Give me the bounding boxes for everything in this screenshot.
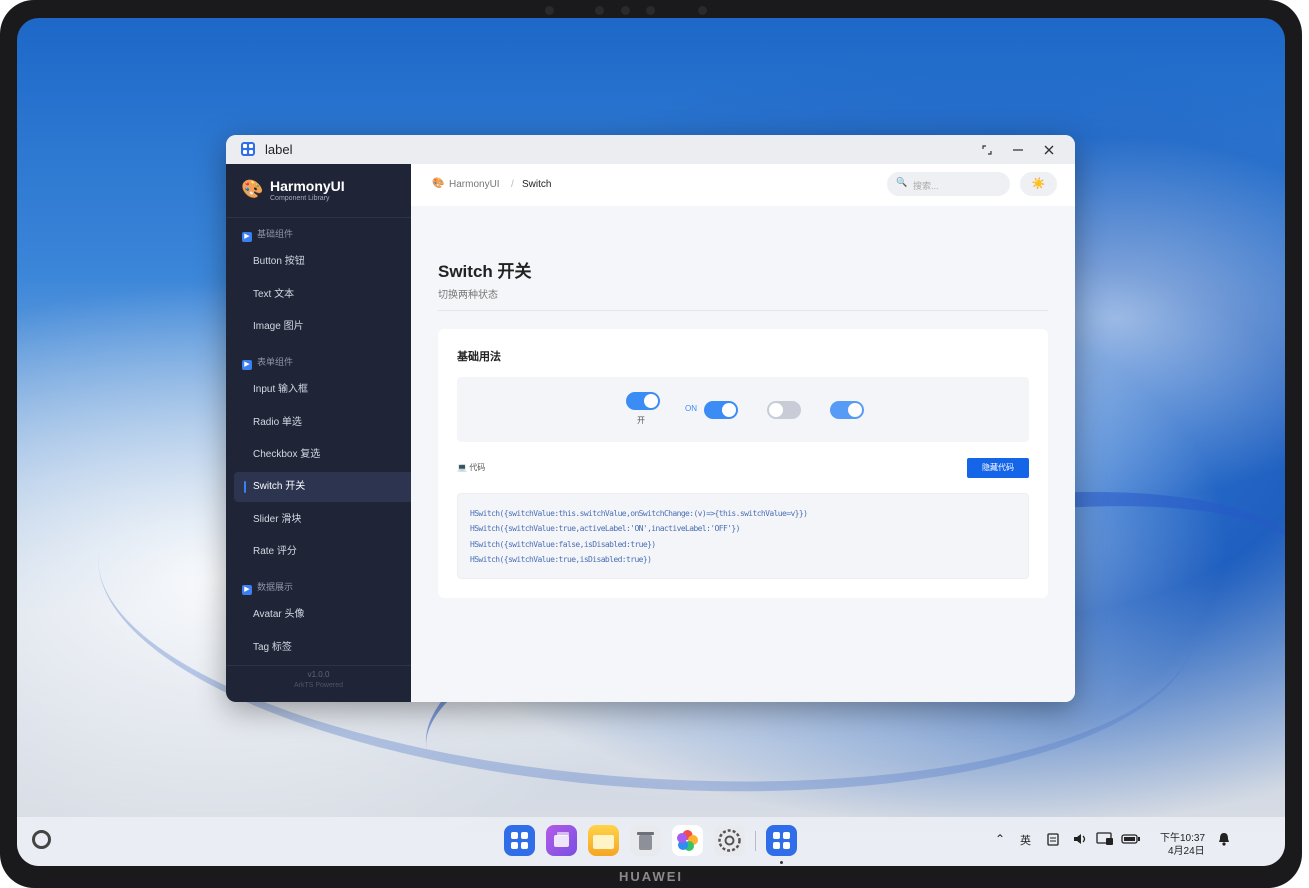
play-icon: ▶ bbox=[242, 232, 252, 242]
title-bar: label bbox=[226, 135, 1075, 164]
app-window: label 🎨 HarmonyUI Component Library ▶ 基础组… bbox=[226, 135, 1075, 702]
main-content: Switch 开关 切换两种状态 基础用法 开 ON 💻 代码 隐藏代码 HSw… bbox=[411, 206, 1075, 702]
palette-icon: 🎨 bbox=[432, 178, 445, 189]
camera-lens bbox=[646, 6, 655, 15]
sidebar-item-rate[interactable]: Rate 评分 bbox=[234, 537, 411, 567]
sidebar-item-radio[interactable]: Radio 单选 bbox=[234, 408, 411, 438]
switch-disabled-off bbox=[767, 401, 801, 419]
theme-toggle-button[interactable]: ☀️ bbox=[1020, 172, 1057, 196]
sidebar-item-image[interactable]: Image 图片 bbox=[234, 312, 411, 342]
start-button[interactable] bbox=[32, 830, 51, 849]
palette-icon: 🎨 bbox=[241, 179, 264, 199]
sidebar-item-slider[interactable]: Slider 滑块 bbox=[234, 505, 411, 535]
chevron-up-icon[interactable]: ⌃ bbox=[995, 832, 1005, 846]
restore-icon[interactable] bbox=[976, 139, 998, 161]
sensor-dot bbox=[698, 6, 707, 15]
gallery-icon[interactable] bbox=[672, 825, 703, 856]
code-block: HSwitch({switchValue:this.switchValue,on… bbox=[457, 493, 1029, 579]
switch-disabled-on bbox=[830, 401, 864, 419]
window-title: label bbox=[265, 142, 293, 157]
switch-knob bbox=[848, 403, 862, 417]
sidebar-section-data[interactable]: ▶ 数据展示 bbox=[242, 580, 293, 595]
clipboard-icon[interactable] bbox=[1046, 832, 1060, 849]
sidebar: 🎨 HarmonyUI Component Library ▶ 基础组件 Butt… bbox=[226, 164, 411, 702]
sidebar-app-subtitle: Component Library bbox=[270, 195, 330, 202]
code-line: HSwitch({switchValue:false,isDisabled:tr… bbox=[470, 540, 656, 549]
code-label-text: 代码 bbox=[469, 463, 486, 472]
section-label: 数据展示 bbox=[257, 582, 294, 592]
dock-separator bbox=[755, 831, 756, 851]
switch-knob bbox=[769, 403, 783, 417]
sensor-dot bbox=[621, 6, 630, 15]
page-title: Switch 开关 bbox=[438, 262, 532, 281]
sidebar-item-tag[interactable]: Tag 标签 bbox=[234, 633, 411, 663]
running-indicator bbox=[780, 861, 783, 864]
version-label: v1.0.0 bbox=[307, 670, 330, 679]
sidebar-section-basic[interactable]: ▶ 基础组件 bbox=[242, 227, 293, 242]
hide-code-button[interactable]: 隐藏代码 bbox=[967, 458, 1029, 478]
taskbar: ⌃ 英 下午10:37 4月24日 bbox=[17, 817, 1285, 866]
play-icon: ▶ bbox=[242, 585, 252, 595]
sidebar-item-avatar[interactable]: Avatar 头像 bbox=[234, 600, 411, 630]
section-label: 表单组件 bbox=[257, 357, 294, 367]
divider bbox=[226, 665, 411, 666]
app-icon bbox=[241, 142, 255, 156]
sidebar-item-switch[interactable]: Switch 开关 bbox=[234, 472, 411, 502]
ime-indicator[interactable]: 英 bbox=[1020, 832, 1031, 848]
minimize-icon[interactable] bbox=[1007, 139, 1029, 161]
sidebar-item-input[interactable]: Input 输入框 bbox=[234, 375, 411, 405]
clock-date[interactable]: 4月24日 bbox=[1168, 842, 1205, 857]
battery-icon[interactable] bbox=[1121, 832, 1141, 849]
switch-knob bbox=[722, 403, 736, 417]
sensor-dot bbox=[595, 6, 604, 15]
top-bar: 🎨 HarmonyUI / Switch 🔍 搜索... ☀️ bbox=[411, 164, 1075, 206]
search-input[interactable]: 🔍 搜索... bbox=[887, 172, 1010, 196]
trash-icon[interactable] bbox=[630, 825, 661, 856]
breadcrumb-current: Switch bbox=[522, 179, 552, 190]
sidebar-item-checkbox[interactable]: Checkbox 复选 bbox=[234, 440, 411, 470]
demo-card: 基础用法 开 ON 💻 代码 隐藏代码 HSwitch({switchValue… bbox=[438, 329, 1048, 598]
app-center-icon[interactable] bbox=[504, 825, 535, 856]
screen-cast-icon[interactable] bbox=[1096, 832, 1114, 849]
divider bbox=[226, 217, 411, 218]
switch-knob bbox=[644, 394, 658, 408]
sidebar-app-name: HarmonyUI bbox=[270, 178, 345, 194]
section-label: 基础组件 bbox=[257, 229, 294, 239]
settings-icon[interactable] bbox=[714, 825, 745, 856]
code-line: HSwitch({switchValue:true,isDisabled:tru… bbox=[470, 555, 652, 564]
demo-area: 开 ON bbox=[457, 377, 1029, 442]
code-line: HSwitch({switchValue:this.switchValue,on… bbox=[470, 509, 808, 518]
switch-basic[interactable] bbox=[626, 392, 660, 410]
search-icon: 🔍 bbox=[896, 177, 908, 187]
play-icon: ▶ bbox=[242, 360, 252, 370]
notification-bell-icon[interactable] bbox=[1217, 832, 1231, 849]
sun-icon: ☀️ bbox=[1031, 178, 1046, 190]
switch-label: 开 bbox=[637, 416, 645, 425]
laptop-icon: 💻 bbox=[457, 463, 467, 472]
close-icon[interactable] bbox=[1038, 139, 1060, 161]
brand-label: HUAWEI bbox=[619, 869, 683, 884]
powered-label: ArkTS Powered bbox=[293, 682, 344, 689]
sidebar-section-form[interactable]: ▶ 表单组件 bbox=[242, 355, 293, 370]
switch-labeled[interactable] bbox=[704, 401, 738, 419]
sidebar-item-button[interactable]: Button 按钮 bbox=[234, 247, 411, 277]
sensor-dot bbox=[545, 6, 554, 15]
breadcrumb-separator: / bbox=[511, 179, 514, 190]
volume-icon[interactable] bbox=[1073, 832, 1089, 849]
switch-active-label: ON bbox=[685, 404, 697, 413]
files-icon[interactable] bbox=[588, 825, 619, 856]
search-placeholder: 搜索... bbox=[913, 181, 939, 191]
code-label: 💻 代码 bbox=[457, 462, 485, 473]
breadcrumb-root[interactable]: HarmonyUI bbox=[449, 179, 500, 190]
harmonyui-app-icon[interactable] bbox=[766, 825, 797, 856]
card-title: 基础用法 bbox=[457, 351, 501, 363]
multi-window-icon[interactable] bbox=[546, 825, 577, 856]
divider bbox=[438, 310, 1048, 311]
code-line: HSwitch({switchValue:true,activeLabel:'O… bbox=[470, 524, 740, 533]
page-subtitle: 切换两种状态 bbox=[438, 290, 498, 301]
sidebar-item-text[interactable]: Text 文本 bbox=[234, 280, 411, 310]
